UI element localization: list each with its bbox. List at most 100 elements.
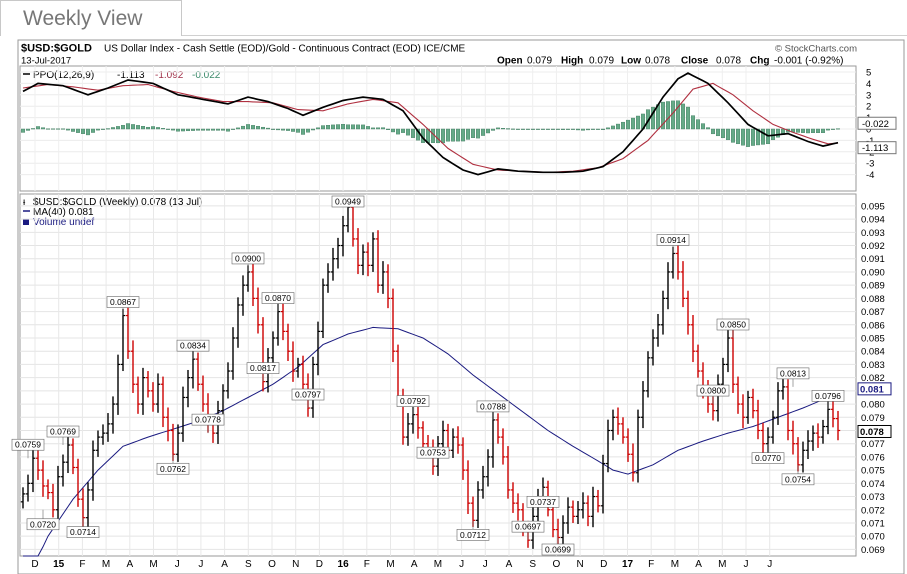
ppo-histogram-bar <box>701 123 706 130</box>
ppo-histogram-bar <box>31 128 36 130</box>
ppo-histogram-bar <box>561 128 566 130</box>
price-tag: 0.078 <box>860 427 884 438</box>
ppo-histogram-bar <box>180 128 185 132</box>
ppo-histogram-bar <box>551 128 556 130</box>
close-value: 0.078 <box>716 56 741 67</box>
x-axis-label: O <box>268 559 276 570</box>
price-y-tick: 0.079 <box>861 413 885 424</box>
ppo-y-tick: 4 <box>866 79 871 90</box>
ppo-histogram-bar <box>541 128 546 130</box>
x-axis-label: M <box>671 559 679 570</box>
ppo-histogram-bar <box>165 128 170 130</box>
chg-value: -0.001 (-0.92%) <box>774 56 843 67</box>
ppo-histogram-bar <box>311 128 316 131</box>
ppo-histogram-bar <box>371 127 376 130</box>
price-y-tick: 0.095 <box>861 201 885 212</box>
price-y-tick: 0.069 <box>861 545 885 556</box>
ppo-histogram-bar <box>351 124 356 130</box>
price-y-tick: 0.074 <box>861 479 885 490</box>
x-axis-label: 15 <box>53 559 65 570</box>
ppo-histogram-bar <box>185 128 190 132</box>
price-y-tick: 0.083 <box>861 360 885 371</box>
x-axis-label: O <box>553 559 561 570</box>
ppo-histogram-bar <box>36 126 41 130</box>
ppo-histogram-bar <box>21 128 26 133</box>
ppo-histogram-bar <box>160 128 165 130</box>
ppo-histogram-bar <box>616 123 621 130</box>
ppo-histogram-bar <box>336 124 341 130</box>
chg-label: Chg <box>750 56 769 67</box>
annotation-label: 0.0797 <box>295 390 321 400</box>
ppo-histogram-bar <box>366 126 371 130</box>
ppo-histogram-bar <box>611 125 616 130</box>
annotation-label: 0.0759 <box>15 440 41 450</box>
ppo-histogram-bar <box>801 128 806 133</box>
ppo-histogram-bar <box>155 127 160 130</box>
ppo-histogram-bar <box>261 126 266 130</box>
x-axis-label: N <box>292 559 299 570</box>
ppo-value-tag: -1.113 <box>862 143 888 154</box>
ppo-histogram-bar <box>826 128 831 131</box>
price-y-tick: 0.091 <box>861 254 885 265</box>
ppo-histogram-bar <box>591 128 596 130</box>
price-y-tick: 0.073 <box>861 492 885 503</box>
ppo-histogram-bar <box>816 128 821 133</box>
ppo-histogram-bar <box>225 128 230 132</box>
annotation-label: 0.0867 <box>110 297 136 307</box>
ppo-histogram-bar <box>481 128 486 136</box>
low-label: Low <box>621 56 641 67</box>
copyright-text: © StockCharts.com <box>775 44 857 55</box>
ppo-histogram-bar <box>556 128 561 130</box>
chart-date: 13-Jul-2017 <box>21 56 71 67</box>
price-y-tick: 0.087 <box>861 307 885 318</box>
ppo-histogram-bar <box>506 128 511 130</box>
ppo-histogram-bar <box>836 128 841 130</box>
annotation-label: 0.0754 <box>785 474 811 484</box>
ppo-histogram-bar <box>411 128 416 138</box>
ppo-histogram-bar <box>100 128 105 130</box>
ppo-histogram-bar <box>741 128 746 146</box>
ppo-histogram-bar <box>341 124 346 130</box>
price-y-tick: 0.092 <box>861 241 885 252</box>
ppo-histogram-bar <box>301 128 306 135</box>
price-y-tick: 0.071 <box>861 518 885 529</box>
ppo-histogram-bar <box>230 128 235 130</box>
annotation-label: 0.0870 <box>265 293 291 303</box>
chart-symbol: $USD:$GOLD <box>21 43 92 55</box>
x-axis-label: 17 <box>622 559 634 570</box>
ppo-histogram-bar <box>356 124 361 130</box>
ppo-histogram-bar <box>296 128 301 133</box>
annotation-label: 0.0714 <box>70 527 96 537</box>
ppo-histogram-bar <box>736 128 741 145</box>
x-axis-label: 16 <box>338 559 350 570</box>
x-axis-label: J <box>198 559 203 570</box>
x-axis-label: S <box>529 559 536 570</box>
price-y-tick: 0.088 <box>861 294 885 305</box>
annotation-label: 0.0753 <box>420 448 446 458</box>
x-axis-label: D <box>31 559 38 570</box>
ppo-histogram-bar <box>175 128 180 132</box>
price-y-tick: 0.072 <box>861 505 885 516</box>
ppo-histogram-bar <box>486 128 491 134</box>
ppo-histogram-bar <box>245 124 250 130</box>
annotation-label: 0.0697 <box>515 522 541 532</box>
ppo-histogram-bar <box>391 128 396 133</box>
x-axis-label: D <box>316 559 323 570</box>
x-axis-label: J <box>744 559 749 570</box>
ppo-histogram-bar <box>811 128 816 133</box>
ppo-histogram-bar <box>110 127 115 130</box>
ppo-histogram-bar <box>331 124 336 130</box>
ppo-histogram-bar <box>586 128 591 131</box>
ppo-histogram-bar <box>456 128 461 142</box>
ppo-histogram-bar <box>145 126 150 130</box>
close-label: Close <box>681 56 709 67</box>
price-tag: 0.081 <box>860 384 884 395</box>
ppo-histogram-bar <box>566 128 571 130</box>
stock-chart: $USD:$GOLD US Dollar Index - Cash Settle… <box>11 39 905 574</box>
x-axis-label: F <box>648 559 654 570</box>
ppo-histogram-bar <box>306 128 311 133</box>
annotation-label: 0.0699 <box>545 545 571 555</box>
ppo-histogram-bar <box>461 128 466 142</box>
ppo-histogram-bar <box>746 128 751 147</box>
ppo-histogram-bar <box>451 128 456 142</box>
